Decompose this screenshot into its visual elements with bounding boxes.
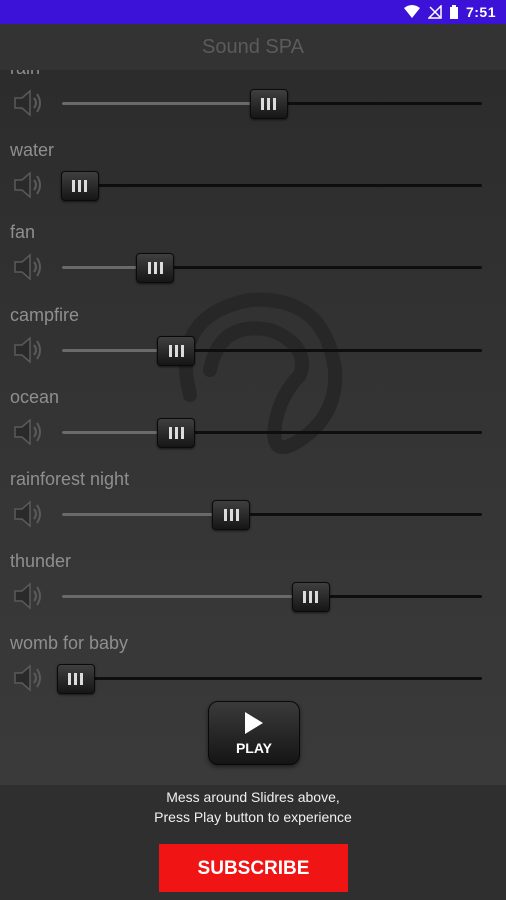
channel-row xyxy=(0,247,506,287)
volume-slider-fill xyxy=(62,513,230,516)
volume-slider-thumb[interactable] xyxy=(56,664,95,695)
speaker-icon[interactable] xyxy=(12,498,44,530)
channel-label: rainforest night xyxy=(10,469,130,489)
speaker-icon[interactable] xyxy=(12,334,44,366)
volume-slider-thumb[interactable] xyxy=(291,582,330,613)
channel-row xyxy=(0,576,506,616)
app-title: Sound SPA xyxy=(0,24,506,70)
channel-label: thunder xyxy=(10,551,72,572)
play-button-label: PLAY xyxy=(235,740,273,756)
channel-row xyxy=(0,165,506,205)
volume-slider-fill xyxy=(62,595,310,599)
wifi-icon xyxy=(403,5,420,18)
volume-slider-thumb[interactable] xyxy=(212,500,250,530)
speaker-icon[interactable] xyxy=(12,580,44,612)
channel-label: campfire xyxy=(10,304,80,325)
channel-row xyxy=(0,494,506,534)
mixer-panel: rain water fan campfire ocean rainforest nigh… xyxy=(0,70,506,785)
channel-row xyxy=(0,83,506,123)
speaker-icon[interactable] xyxy=(12,416,44,448)
instruction-line-2: Press Play button to experience xyxy=(154,809,352,825)
volume-slider-thumb[interactable] xyxy=(60,171,99,202)
speaker-icon[interactable] xyxy=(12,251,44,283)
volume-slider-thumb[interactable] xyxy=(249,89,288,119)
status-bar: 7:51 xyxy=(0,0,506,24)
subscribe-button[interactable]: SUBSCRIBE xyxy=(159,844,348,892)
volume-slider-track[interactable] xyxy=(62,677,482,681)
battery-icon xyxy=(449,5,458,19)
bottom-panel: Mess around Slidres above, Press Play bu… xyxy=(0,785,506,900)
no-signal-icon xyxy=(427,5,442,19)
channel-row xyxy=(0,658,506,698)
status-icons: 7:51 xyxy=(403,0,496,24)
channel-label: womb for baby xyxy=(10,633,129,654)
volume-slider-thumb[interactable] xyxy=(157,335,196,366)
channel-label: rain xyxy=(10,70,40,79)
volume-slider-thumb[interactable] xyxy=(157,417,196,448)
speaker-icon[interactable] xyxy=(12,169,44,201)
instruction-text: Mess around Slidres above, Press Play bu… xyxy=(0,787,506,827)
channel-label: ocean xyxy=(10,386,60,407)
speaker-icon[interactable] xyxy=(12,87,44,119)
clock: 7:51 xyxy=(465,4,496,20)
play-icon xyxy=(245,712,263,734)
channel-label: water xyxy=(10,140,55,161)
channel-row xyxy=(0,412,506,452)
volume-slider-fill xyxy=(62,102,268,105)
play-button[interactable]: PLAY xyxy=(208,701,300,765)
speaker-icon[interactable] xyxy=(12,662,44,694)
volume-slider-track[interactable] xyxy=(62,184,482,188)
channel-row xyxy=(0,330,506,370)
volume-slider-thumb[interactable] xyxy=(136,253,175,284)
instruction-line-1: Mess around Slidres above, xyxy=(166,789,340,805)
channel-label: fan xyxy=(10,222,36,243)
